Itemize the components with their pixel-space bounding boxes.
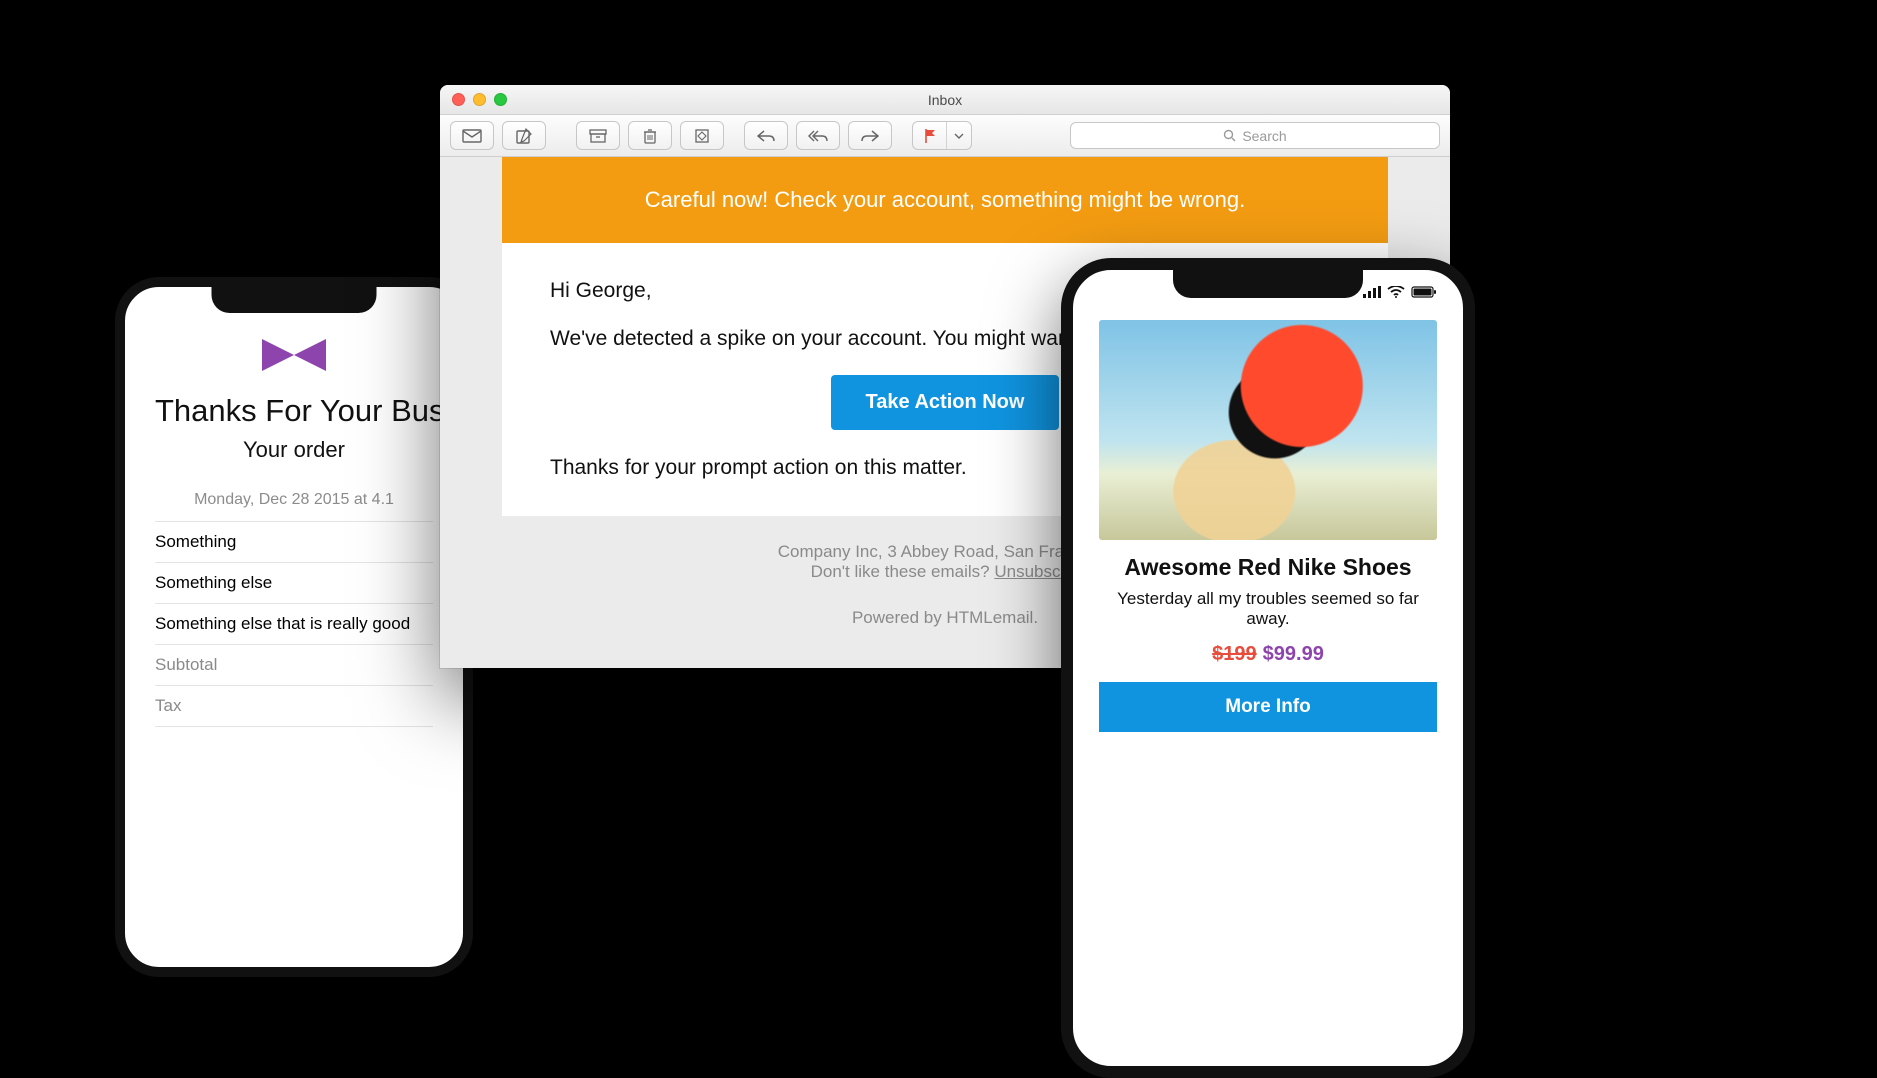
list-item: Something else: [155, 563, 433, 604]
footer-unsub-text: Don't like these emails?: [811, 562, 995, 581]
reply-all-button[interactable]: [797, 122, 839, 149]
product-description: Yesterday all my troubles seemed so far …: [1099, 589, 1437, 629]
archive-button[interactable]: [577, 122, 619, 149]
receipt-date: Monday, Dec 28 2015 at 4.1: [155, 491, 433, 509]
receipt-title: Thanks For Your Bus: [155, 393, 433, 429]
flag-dropdown-button[interactable]: [947, 122, 971, 149]
receipt-email: Thanks For Your Bus Your order Monday, D…: [125, 287, 463, 727]
more-info-button[interactable]: More Info: [1099, 682, 1437, 732]
get-mail-button[interactable]: [451, 122, 493, 149]
list-item: Something: [155, 522, 433, 563]
signal-icon: [1363, 285, 1381, 302]
product-prices: $199 $99.99: [1099, 643, 1437, 666]
search-input[interactable]: Search: [1070, 122, 1440, 149]
receipt-subtitle: Your order: [155, 437, 433, 463]
junk-button[interactable]: [681, 122, 723, 149]
old-price: $199: [1212, 643, 1257, 665]
product-hero-image: [1099, 320, 1437, 540]
flag-button[interactable]: [913, 122, 947, 149]
compose-button[interactable]: [503, 122, 545, 149]
search-placeholder: Search: [1242, 128, 1286, 144]
warning-banner: Careful now! Check your account, somethi…: [502, 157, 1388, 243]
window-titlebar[interactable]: Inbox: [440, 85, 1450, 115]
phone-left-notch: [212, 287, 377, 313]
product-title: Awesome Red Nike Shoes: [1099, 554, 1437, 581]
phone-left-device: Thanks For Your Bus Your order Monday, D…: [115, 277, 473, 977]
list-item: Something else that is really good: [155, 604, 433, 645]
mail-toolbar: Search: [440, 115, 1450, 157]
reply-button[interactable]: [745, 122, 787, 149]
search-icon: [1223, 129, 1236, 142]
list-item: Subtotal: [155, 645, 433, 686]
phone-right-notch: [1173, 270, 1363, 298]
battery-icon: [1411, 285, 1437, 302]
phone-right-device: Awesome Red Nike Shoes Yesterday all my …: [1061, 258, 1475, 1078]
delete-button[interactable]: [629, 122, 671, 149]
window-title: Inbox: [440, 92, 1450, 108]
bowtie-logo-icon: [155, 335, 433, 375]
receipt-line-items: Something Something else Something else …: [155, 521, 433, 727]
wifi-icon: [1387, 285, 1405, 302]
list-item: Tax: [155, 686, 433, 727]
product-card: Awesome Red Nike Shoes Yesterday all my …: [1073, 310, 1463, 732]
new-price: $99.99: [1263, 643, 1324, 665]
take-action-button[interactable]: Take Action Now: [831, 375, 1059, 430]
forward-button[interactable]: [849, 122, 891, 149]
